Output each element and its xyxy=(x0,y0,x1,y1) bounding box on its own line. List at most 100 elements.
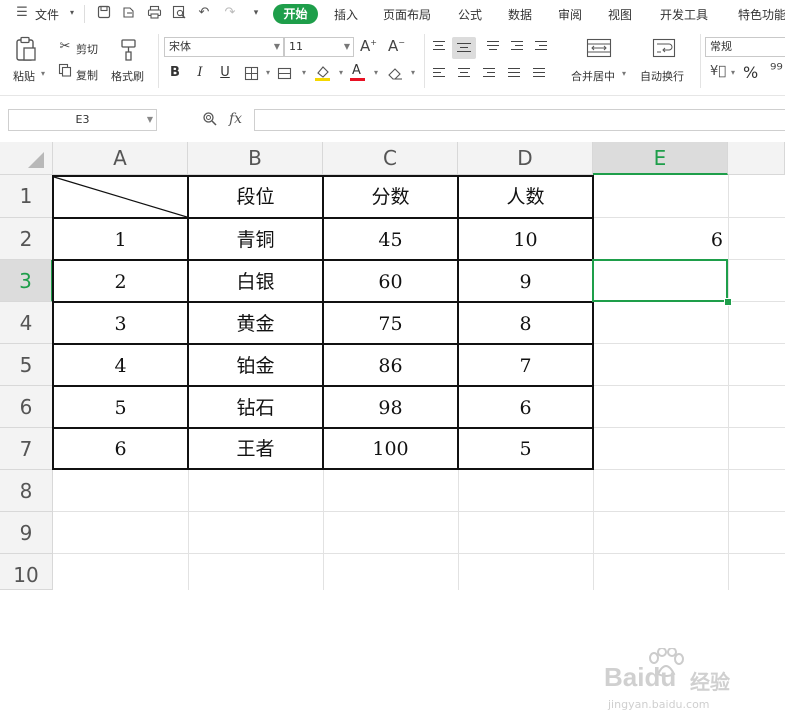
paste-button[interactable]: 粘贴 xyxy=(13,68,35,84)
align-middle-icon[interactable] xyxy=(452,37,476,59)
align-bottom-icon[interactable] xyxy=(484,39,502,55)
justify-icon[interactable] xyxy=(505,66,523,82)
cell-a2[interactable]: 1 xyxy=(53,219,188,261)
clear-format-dropdown-icon[interactable]: ▾ xyxy=(404,64,422,82)
cell-d5[interactable]: 7 xyxy=(458,345,593,387)
cell-b7[interactable]: 王者 xyxy=(188,429,323,469)
redo-icon[interactable]: ↷ xyxy=(222,5,238,21)
tab-special-features[interactable]: 特色功能 xyxy=(738,6,785,23)
cell-d4[interactable]: 8 xyxy=(458,303,593,345)
borders-dropdown-icon[interactable]: ▾ xyxy=(259,64,277,82)
cut-icon[interactable]: ✂ xyxy=(57,39,73,54)
save-icon[interactable] xyxy=(96,5,112,21)
wrap-text-button[interactable]: 自动换行 xyxy=(640,68,684,84)
percent-button[interactable]: % xyxy=(743,63,758,82)
column-header-c[interactable]: C xyxy=(323,142,458,175)
cell-d7[interactable]: 5 xyxy=(458,429,593,469)
cell-a6[interactable]: 5 xyxy=(53,387,188,429)
number-format-select[interactable]: 常规 xyxy=(705,37,785,57)
bold-button[interactable]: B xyxy=(166,64,184,82)
font-color-dropdown-icon[interactable]: ▾ xyxy=(367,64,385,82)
fill-color-dropdown-icon[interactable]: ▾ xyxy=(332,64,350,82)
cell-c2[interactable]: 45 xyxy=(323,219,458,261)
cell-c7[interactable]: 100 xyxy=(323,429,458,469)
increase-font-size-icon[interactable]: A+ xyxy=(360,37,377,55)
cell-e3-selected[interactable] xyxy=(592,259,728,302)
currency-dropdown-icon[interactable]: ▾ xyxy=(731,68,735,77)
align-right-icon[interactable] xyxy=(480,66,498,82)
cell-c5[interactable]: 86 xyxy=(323,345,458,387)
cell-b2[interactable]: 青铜 xyxy=(188,219,323,261)
tab-view[interactable]: 视图 xyxy=(608,6,632,23)
cell-a7[interactable]: 6 xyxy=(53,429,188,469)
tab-developer[interactable]: 开发工具 xyxy=(660,6,708,23)
tab-page-layout[interactable]: 页面布局 xyxy=(383,6,431,23)
cell-e2[interactable]: 6 xyxy=(593,219,723,261)
copy-icon[interactable] xyxy=(57,63,73,80)
row-header-5[interactable]: 5 xyxy=(0,344,53,386)
cell-d3[interactable]: 9 xyxy=(458,261,593,303)
decrease-font-size-icon[interactable]: A− xyxy=(388,37,405,55)
format-painter-button[interactable]: 格式刷 xyxy=(111,68,144,84)
hamburger-menu-icon[interactable]: ☰ xyxy=(14,5,30,21)
clear-format-icon[interactable] xyxy=(386,64,404,82)
underline-button[interactable]: U xyxy=(216,64,234,82)
column-header-f[interactable] xyxy=(728,142,785,175)
name-box[interactable]: E3 ▼ xyxy=(8,109,157,131)
cell-b5[interactable]: 铂金 xyxy=(188,345,323,387)
cell-style-icon[interactable] xyxy=(276,64,294,82)
distributed-align-icon[interactable] xyxy=(530,66,548,82)
cell-d6[interactable]: 6 xyxy=(458,387,593,429)
row-header-2[interactable]: 2 xyxy=(0,218,53,260)
cell-a3[interactable]: 2 xyxy=(53,261,188,303)
fill-color-icon[interactable] xyxy=(313,64,331,82)
cell-b6[interactable]: 钻石 xyxy=(188,387,323,429)
print-preview-icon[interactable] xyxy=(171,5,187,21)
column-header-b[interactable]: B xyxy=(188,142,323,175)
select-all-corner[interactable] xyxy=(0,142,53,175)
cell-d2[interactable]: 10 xyxy=(458,219,593,261)
quick-access-dropdown-icon[interactable]: ▾ xyxy=(248,5,264,21)
wrap-text-icon[interactable] xyxy=(652,38,676,61)
column-header-d[interactable]: D xyxy=(458,142,593,175)
cell-b4[interactable]: 黄金 xyxy=(188,303,323,345)
merge-center-icon[interactable] xyxy=(586,38,612,61)
tab-insert[interactable]: 插入 xyxy=(334,6,358,23)
cell-a5[interactable]: 4 xyxy=(53,345,188,387)
row-header-3[interactable]: 3 xyxy=(0,260,53,302)
row-header-8[interactable]: 8 xyxy=(0,470,53,512)
print-icon[interactable] xyxy=(146,5,162,21)
cell-d1[interactable]: 人数 xyxy=(458,176,593,218)
row-header-10[interactable]: 10 xyxy=(0,554,53,590)
font-name-select[interactable]: 宋体 ▼ xyxy=(164,37,284,57)
borders-icon[interactable] xyxy=(242,64,260,82)
export-icon[interactable] xyxy=(121,5,137,21)
thousands-separator-icon[interactable]: ⁹⁹ xyxy=(770,60,783,79)
align-center-icon[interactable] xyxy=(455,66,473,82)
row-header-7[interactable]: 7 xyxy=(0,428,53,470)
cell-c1[interactable]: 分数 xyxy=(323,176,458,218)
align-top-icon[interactable] xyxy=(430,39,448,55)
align-left-icon[interactable] xyxy=(430,66,448,82)
fill-handle[interactable] xyxy=(724,298,732,306)
font-size-select[interactable]: 11 ▼ xyxy=(284,37,354,57)
cell-c6[interactable]: 98 xyxy=(323,387,458,429)
cut-button[interactable]: 剪切 xyxy=(76,41,98,57)
file-menu[interactable]: 文件 xyxy=(35,6,59,23)
cell-a4[interactable]: 3 xyxy=(53,303,188,345)
row-header-1[interactable]: 1 xyxy=(0,175,53,218)
cell-c3[interactable]: 60 xyxy=(323,261,458,303)
zoom-search-icon[interactable] xyxy=(202,111,218,130)
merge-center-button[interactable]: 合并居中 xyxy=(571,68,615,84)
increase-indent-icon[interactable] xyxy=(532,39,550,55)
font-color-icon[interactable]: A xyxy=(349,63,367,82)
tab-data[interactable]: 数据 xyxy=(508,6,532,23)
column-header-e[interactable]: E xyxy=(593,142,728,175)
cell-style-dropdown-icon[interactable]: ▾ xyxy=(295,64,313,82)
column-header-a[interactable]: A xyxy=(53,142,188,175)
file-dropdown-icon[interactable]: ▾ xyxy=(64,5,80,21)
cell-b3[interactable]: 白银 xyxy=(188,261,323,303)
row-header-9[interactable]: 9 xyxy=(0,512,53,554)
tab-formulas[interactable]: 公式 xyxy=(458,6,482,23)
row-header-4[interactable]: 4 xyxy=(0,302,53,344)
